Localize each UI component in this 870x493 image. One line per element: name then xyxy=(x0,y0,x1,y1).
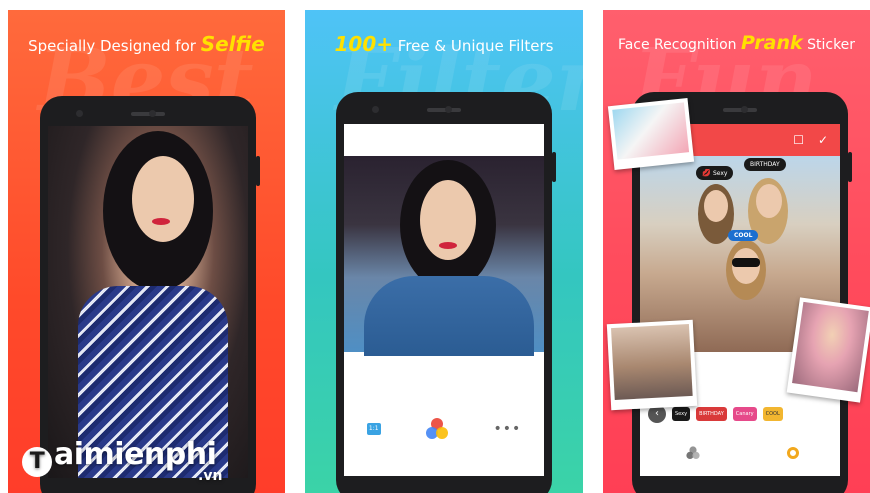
polaroid-right xyxy=(786,297,870,403)
headline-highlight: 100+ xyxy=(334,32,394,56)
panel-filters: Filter 100+ Free & Unique Filters 1:1 ••… xyxy=(305,10,583,493)
frame-icon[interactable]: ☐ xyxy=(793,133,804,147)
headline-filters: 100+ Free & Unique Filters xyxy=(334,32,554,56)
sticker-chip[interactable]: COOL xyxy=(762,407,783,421)
phone-camera xyxy=(149,110,156,117)
filter-colors-icon[interactable] xyxy=(426,418,449,440)
crop-icon[interactable]: 1:1 xyxy=(366,423,381,435)
sticker-sexy[interactable]: 💋 Sexy xyxy=(696,166,734,180)
phone-mockup xyxy=(40,96,260,493)
sticker-birthday[interactable]: BIRTHDAY xyxy=(744,158,786,171)
phone-camera xyxy=(741,106,748,113)
phone-speaker xyxy=(131,112,165,116)
top-bar xyxy=(344,124,544,156)
polaroid-top xyxy=(607,97,695,171)
phone-camera xyxy=(372,106,379,113)
sticker-toolbar xyxy=(640,442,840,464)
sticker-chip[interactable]: BIRTHDAY xyxy=(696,407,727,421)
watermark: Taimienphi xyxy=(22,437,217,477)
filtered-photo[interactable] xyxy=(344,156,544,356)
phone-speaker xyxy=(723,108,757,112)
confirm-icon[interactable]: ✓ xyxy=(818,133,828,147)
watermark-suffix: .vn xyxy=(198,468,223,484)
phone-camera xyxy=(76,110,83,117)
headline-stickers: Face Recognition Prank Sticker xyxy=(617,32,856,54)
volume-button xyxy=(848,152,852,182)
selfie-photo xyxy=(48,126,248,478)
app-store-screenshots: Best Specially Designed for Selfie Filte… xyxy=(0,0,870,493)
sticker-chip[interactable]: Canary xyxy=(732,407,757,421)
filter-screen: 1:1 ••• xyxy=(344,124,544,476)
panel-selfie: Best Specially Designed for Selfie xyxy=(8,10,285,493)
headline-selfie: Specially Designed for Selfie xyxy=(28,32,265,56)
lips-shape xyxy=(152,218,170,225)
phone-camera xyxy=(445,106,452,113)
face-shape xyxy=(132,156,194,242)
face-shape xyxy=(756,184,782,218)
lips-shape xyxy=(439,242,457,249)
sticker-cool[interactable]: COOL xyxy=(728,230,759,241)
headline-highlight: Prank xyxy=(740,32,803,54)
more-icon[interactable]: ••• xyxy=(494,421,522,437)
headline-highlight: Selfie xyxy=(200,32,265,56)
polaroid-left xyxy=(606,319,698,411)
phone-speaker xyxy=(427,108,461,112)
sunglasses-sticker[interactable] xyxy=(732,258,760,267)
volume-button xyxy=(256,156,260,186)
volume-button xyxy=(552,152,556,182)
jacket-shape xyxy=(364,276,534,356)
filter-toolbar: 1:1 ••• xyxy=(344,414,544,444)
phone-mockup: 1:1 ••• xyxy=(336,92,556,493)
panel-stickers: Fun Face Recognition Prank Sticker ☐ ✓ 💋… xyxy=(603,10,870,493)
sticker-chip[interactable]: Sexy xyxy=(672,407,691,421)
face-shape xyxy=(704,190,728,222)
filter-colors-icon[interactable] xyxy=(685,446,700,459)
sticker-tab-icon[interactable] xyxy=(786,447,799,459)
watermark-logo-icon: T xyxy=(22,447,52,477)
